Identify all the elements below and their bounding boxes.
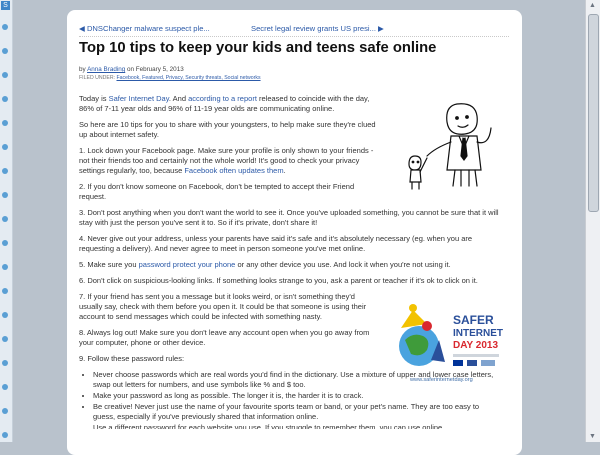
bullet-icon	[2, 48, 8, 54]
facebook-updates-link[interactable]: Facebook often updates them	[184, 166, 283, 175]
tip-2: 2. If you don't know someone on Facebook…	[79, 182, 355, 201]
scroll-up-icon[interactable]: ▲	[589, 2, 596, 9]
logo-line-3: DAY 2013	[453, 340, 498, 351]
intro-paragraph: Today is Safer Internet Day. And accordi…	[79, 94, 379, 114]
tip-7: 7. If your friend has sent you a message…	[79, 292, 367, 321]
bullet-icon	[2, 360, 8, 366]
previous-post-link[interactable]: ◀ DNSChanger malware suspect ple...	[79, 24, 210, 33]
bullet-icon	[2, 240, 8, 246]
bullet-icon	[2, 264, 8, 270]
bullet-icon	[2, 408, 8, 414]
bullet-icon	[2, 216, 8, 222]
post-date: on February 5, 2013	[126, 66, 184, 73]
author-link[interactable]: Anna Brading	[87, 66, 125, 73]
tip-3: 3. Don't post anything when you don't wa…	[79, 208, 499, 227]
safer-internet-day-link[interactable]: Safer Internet Day	[109, 94, 169, 103]
bullet-icon	[2, 288, 8, 294]
logo-line-1: SAFER	[453, 313, 494, 327]
report-link[interactable]: according to a report	[188, 94, 257, 103]
tip-8: 8. Always log out! Make sure you don't l…	[79, 328, 370, 347]
password-protect-phone-link[interactable]: password protect your phone	[139, 260, 236, 269]
bullet-icon	[2, 72, 8, 78]
tip-4: 4. Never give out your address, unless y…	[79, 234, 473, 253]
tip-text: .	[283, 166, 286, 175]
side-panel-strip: S	[0, 0, 13, 442]
bullet-icon	[2, 384, 8, 390]
next-post-link[interactable]: Secret legal review grants US presi... ▶	[251, 24, 384, 33]
intro-text: Today is	[79, 94, 109, 103]
post-byline: by Anna Brading on February 5, 2013	[79, 66, 184, 73]
filed-under: FILED UNDER: Facebook, Featured, Privacy…	[79, 75, 261, 81]
list-item: Be creative! Never just use the name of …	[93, 402, 499, 422]
tip-6: 6. Don't click on suspicious-looking lin…	[79, 276, 478, 285]
safer-internet-day-url: www.saferinternetday.org	[410, 377, 473, 383]
bullet-icon	[2, 120, 8, 126]
tip-1: 1. Lock down your Facebook page. Make su…	[79, 146, 379, 176]
article-page: ◀ DNSChanger malware suspect ple... Secr…	[67, 10, 522, 455]
category-links[interactable]: Facebook, Featured, Privacy, Security th…	[116, 75, 260, 81]
bullet-icon	[2, 96, 8, 102]
filed-under-label: FILED UNDER:	[79, 75, 116, 81]
bullet-icon	[2, 336, 8, 342]
tip-text: 5. Make sure you	[79, 260, 139, 269]
post-navigation: ◀ DNSChanger malware suspect ple... Secr…	[79, 22, 509, 37]
bullet-icon	[2, 312, 8, 318]
list-item: Use a different password for each websit…	[93, 423, 499, 429]
intro-text: . And	[168, 94, 189, 103]
tip-5: 5. Make sure you password protect your p…	[79, 260, 499, 270]
bullet-icon	[2, 168, 8, 174]
vertical-scrollbar[interactable]: ▲ ▼	[585, 0, 600, 442]
tip-text: or any other device you use. And lock it…	[235, 260, 451, 269]
bullet-icon	[2, 24, 8, 30]
scrollbar-thumb[interactable]	[588, 14, 599, 212]
logo-line-2: INTERNET	[453, 328, 503, 339]
post-title: Top 10 tips to keep your kids and teens …	[79, 40, 437, 56]
bullet-icon	[2, 144, 8, 150]
list-item: Make your password as long as possible. …	[93, 391, 499, 401]
bullet-icon	[2, 432, 8, 438]
bullet-icon	[2, 192, 8, 198]
intro-paragraph-2: So here are 10 tips for you to share wit…	[79, 120, 376, 139]
panel-tab-icon[interactable]: S	[1, 1, 10, 10]
byline-prefix: by	[79, 66, 86, 73]
scroll-down-icon[interactable]: ▼	[589, 433, 596, 440]
